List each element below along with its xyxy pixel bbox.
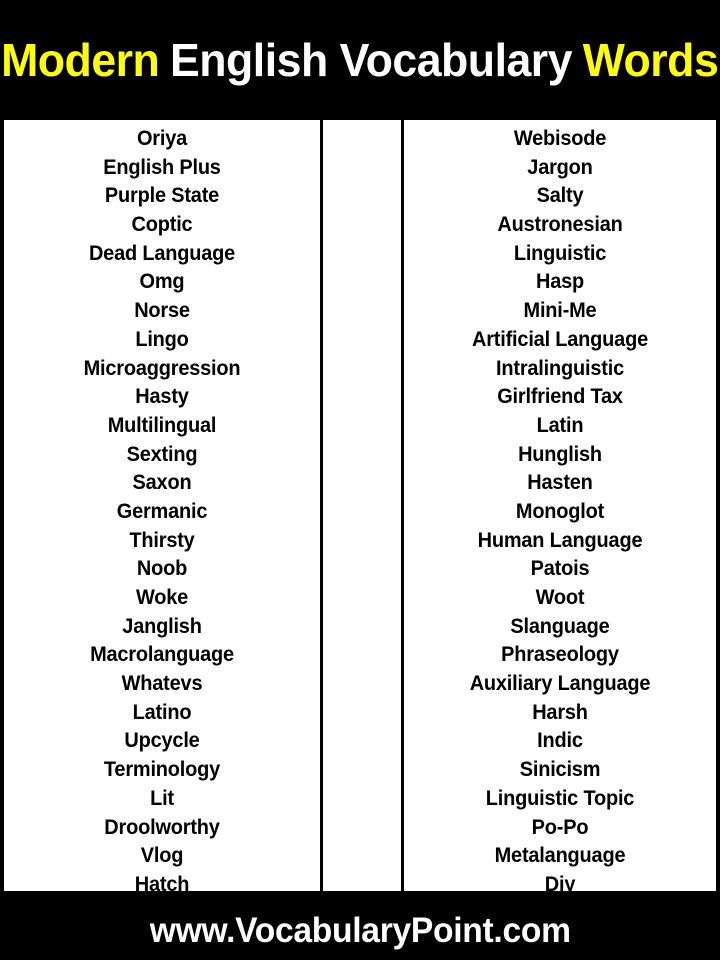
vocabulary-word: Austronesian xyxy=(497,213,623,237)
vocabulary-word: Microaggression xyxy=(83,356,241,380)
vocabulary-word: Coptic xyxy=(131,213,193,237)
vocabulary-word: Hasp xyxy=(535,270,585,294)
vocabulary-word: Po-Po xyxy=(531,815,589,839)
vocabulary-word: Hunglish xyxy=(518,442,602,466)
vocabulary-word: Multilingual xyxy=(107,413,217,437)
title-part-2: English Vocabulary xyxy=(170,34,573,86)
vocabulary-word: Omg xyxy=(139,270,185,294)
vocabulary-word: Noob xyxy=(136,557,188,581)
vocabulary-word: Hatch xyxy=(134,872,190,896)
vocabulary-word: Patois xyxy=(530,557,590,581)
vocabulary-word: Upcycle xyxy=(124,729,200,753)
poster: Modern English Vocabulary Words Oriya Engli… xyxy=(0,0,720,960)
vocabulary-word: Saxon xyxy=(132,471,192,495)
vocabulary-word: Linguistic xyxy=(513,241,607,265)
vocabulary-word: Latin xyxy=(536,413,584,437)
vocabulary-word: Lingo xyxy=(135,327,189,351)
vocabulary-word: Dead Language xyxy=(88,241,236,265)
vocabulary-word: Vlog xyxy=(140,844,184,868)
vocabulary-word: Phraseology xyxy=(501,643,619,667)
vocabulary-word: Latino xyxy=(132,700,192,724)
vocabulary-word: Norse xyxy=(134,299,190,323)
vocabulary-word: Mini-Me xyxy=(523,299,597,323)
vocabulary-word: Linguistic Topic xyxy=(485,786,635,810)
vocabulary-word: Monoglot xyxy=(515,499,605,523)
footer-banner: www.VocabularyPoint.com xyxy=(0,900,720,960)
middle-column xyxy=(323,120,401,891)
vocabulary-word: Slanguage xyxy=(510,614,610,638)
left-word-list: Oriya English Plus Purple State Coptic Dead … xyxy=(4,125,320,900)
vocabulary-word: Webisode xyxy=(513,127,607,150)
vocabulary-word: Terminology xyxy=(103,758,221,782)
content-area: Oriya English Plus Purple State Coptic Dead … xyxy=(0,120,720,900)
vocabulary-word: English Plus xyxy=(103,155,221,179)
vocabulary-word: Germanic xyxy=(116,499,208,523)
vocabulary-word: Salty xyxy=(536,184,584,208)
vocabulary-word: Sexting xyxy=(126,442,198,466)
website-url: www.VocabularyPoint.com xyxy=(149,910,571,950)
vocabulary-word: Thirsty xyxy=(129,528,195,552)
vocabulary-word: Girlfriend Tax xyxy=(497,385,623,409)
vocabulary-word: Lit xyxy=(150,786,174,810)
vocabulary-word: Intralinguistic xyxy=(496,356,624,380)
vocabulary-word: Artificial Language xyxy=(472,327,648,351)
vocabulary-word: Hasten xyxy=(527,471,593,495)
vocabulary-word: Harsh xyxy=(532,700,588,724)
vocabulary-word: Whatevs xyxy=(121,672,203,696)
vocabulary-word: Auxiliary Language xyxy=(469,672,651,696)
vocabulary-word: Droolworthy xyxy=(104,815,220,839)
vocabulary-word: Woke xyxy=(135,586,189,609)
vocabulary-word: Jargon xyxy=(527,155,593,179)
vocabulary-word: Human Language xyxy=(477,528,643,552)
vocabulary-word: Diy xyxy=(544,872,576,896)
page-title: Modern English Vocabulary Words xyxy=(1,34,719,86)
vocabulary-word: Metalanguage xyxy=(494,844,626,868)
vocabulary-word: Oriya xyxy=(136,127,188,150)
vocabulary-word: Janglish xyxy=(122,614,202,638)
vocabulary-word: Purple State xyxy=(104,184,220,208)
header-banner: Modern English Vocabulary Words xyxy=(0,0,720,120)
vocabulary-word: Hasty xyxy=(135,385,189,409)
vocabulary-word: Macrolanguage xyxy=(90,643,234,667)
word-panel: Oriya English Plus Purple State Coptic Dead … xyxy=(4,120,716,896)
vocabulary-word: Sinicism xyxy=(519,758,601,782)
left-column: Oriya English Plus Purple State Coptic Dead … xyxy=(4,120,320,896)
title-part-3: Words xyxy=(583,34,719,86)
vocabulary-word: Indic xyxy=(537,729,583,753)
title-part-1: Modern xyxy=(1,34,160,86)
right-word-list: Webisode Jargon Salty Austronesian Linguisti… xyxy=(404,125,716,900)
vocabulary-word: Woot xyxy=(535,586,585,609)
right-column: Webisode Jargon Salty Austronesian Linguisti… xyxy=(404,120,716,896)
